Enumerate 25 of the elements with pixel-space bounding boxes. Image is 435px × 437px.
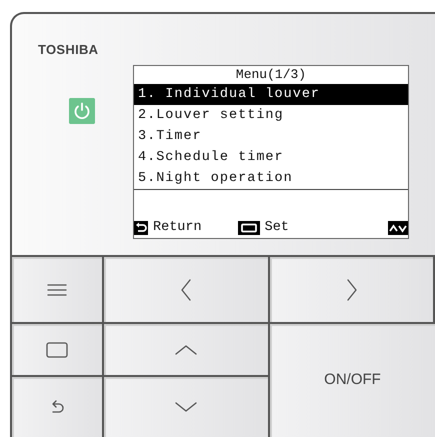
return-icon [50, 399, 64, 415]
chevron-left-icon [180, 278, 192, 300]
chevron-up-icon [175, 344, 197, 356]
up-button[interactable] [104, 324, 270, 377]
footer-label: Set [264, 220, 289, 236]
return-button[interactable] [12, 377, 104, 437]
left-button[interactable] [104, 257, 270, 324]
menu-item[interactable]: 2.Louver setting [134, 105, 408, 126]
footer-label: Return [153, 220, 202, 236]
right-button[interactable] [270, 257, 435, 324]
square-icon [46, 342, 68, 358]
on-off-button[interactable]: ON/OFF [270, 324, 435, 437]
menu-item[interactable]: 4.Schedule timer [134, 147, 408, 168]
menu-icon [47, 282, 67, 296]
chevron-down-icon [175, 401, 197, 413]
menu-item[interactable]: 1. Individual louver [134, 84, 408, 105]
menu-item[interactable]: 3.Timer [134, 126, 408, 147]
brand-logo: TOSHIBA [38, 41, 98, 59]
screen-title: Menu(1/3) [234, 66, 308, 84]
menu-button[interactable] [12, 257, 104, 324]
power-icon [69, 98, 95, 124]
set-button[interactable] [12, 324, 104, 377]
menu-item[interactable]: 5.Night operation [134, 168, 408, 189]
chevron-right-icon [346, 278, 358, 300]
square-icon [238, 221, 260, 235]
